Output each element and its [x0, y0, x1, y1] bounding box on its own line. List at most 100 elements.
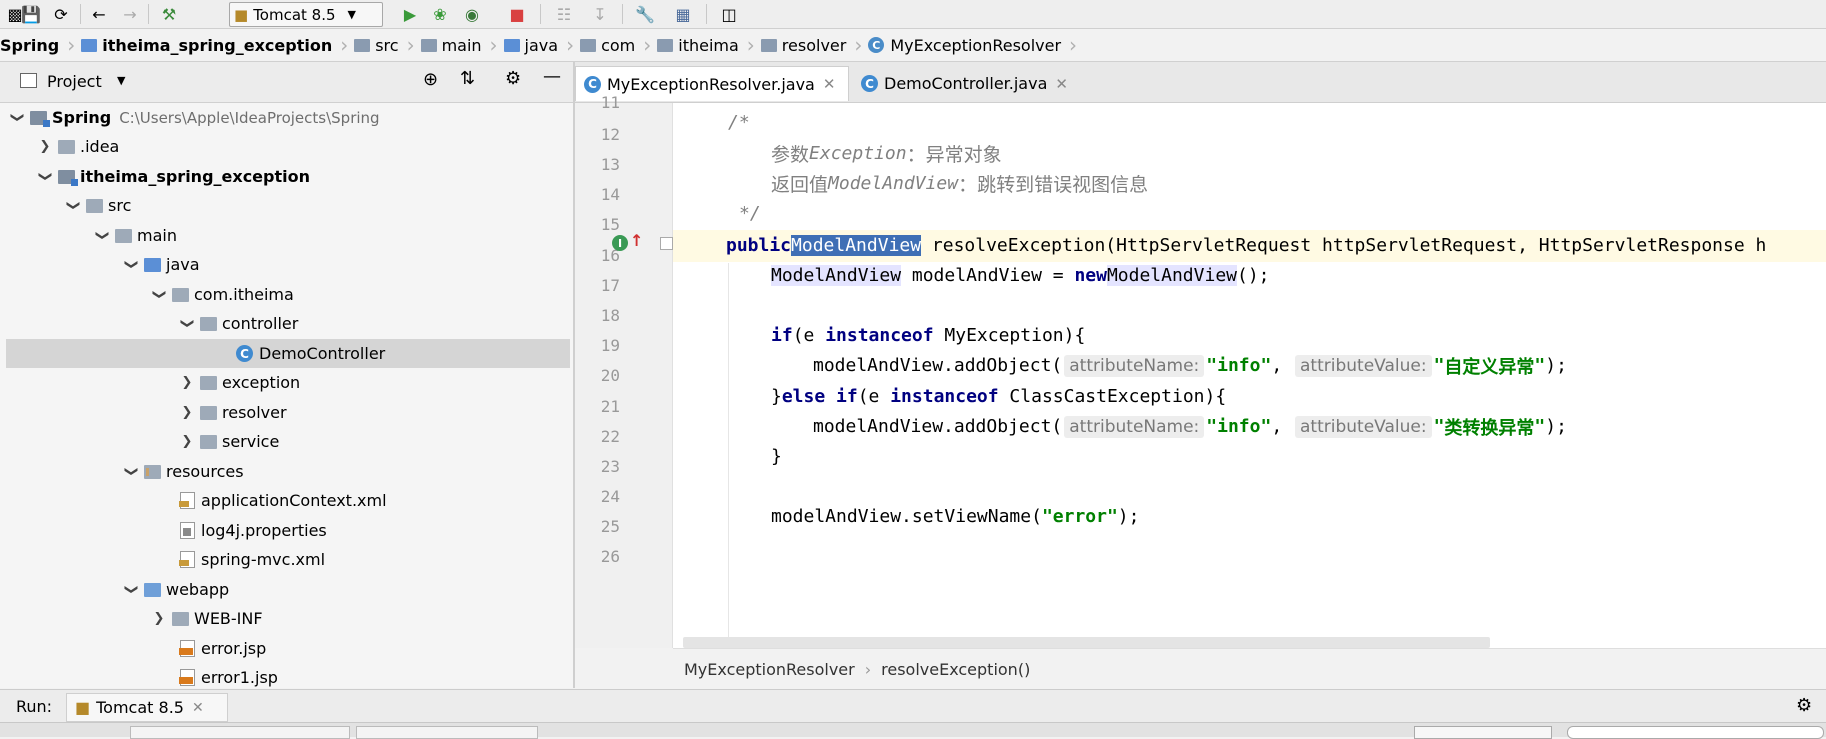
sync-icon[interactable]: ⟳	[50, 3, 72, 25]
package-icon	[200, 434, 217, 449]
crumb-resolver[interactable]: resolver	[759, 29, 855, 61]
crumb-spring[interactable]: Spring	[0, 29, 67, 61]
module-folder-icon	[81, 38, 98, 52]
debug-icon[interactable]: ❀	[429, 3, 451, 25]
chevron-down-icon[interactable]: ▼	[117, 74, 125, 87]
locate-target-icon[interactable]: ⊕	[423, 69, 438, 90]
project-panel-header: Project ▼ ⊕ ⇅ ⚙ —	[0, 62, 573, 103]
crumb-com[interactable]: com	[578, 29, 643, 61]
crumb-class[interactable]: C MyExceptionResolver	[866, 29, 1069, 61]
folder-icon	[420, 38, 437, 52]
crumb-itheima[interactable]: itheima	[655, 29, 747, 61]
tomcat-icon: ■	[234, 5, 249, 24]
crumb-main[interactable]: main	[419, 29, 490, 61]
chevron-right-icon[interactable]: ❯	[180, 405, 194, 420]
chevron-down-icon[interactable]: ❯	[152, 288, 167, 302]
tree-item-webapp[interactable]: ❯ webapp	[124, 575, 230, 604]
tree-item-module[interactable]: ❯ itheima_spring_exception	[38, 162, 311, 191]
tree-item-error1-jsp[interactable]: error1.jsp	[179, 663, 278, 688]
chevron-down-icon[interactable]: ❯	[180, 317, 195, 331]
tree-item-spring[interactable]: ❯ Spring C:\Users\Apple\IdeaProjects\Spr…	[10, 103, 380, 132]
tree-item-resolver[interactable]: ❯ resolver	[180, 398, 287, 427]
tree-item-idea[interactable]: ❯ .idea	[38, 132, 120, 161]
line-number: 24	[600, 487, 620, 506]
run-configuration-select[interactable]: ■ Tomcat 8.5 ▼	[229, 2, 383, 27]
tab-democontroller[interactable]: C DemoController.java ✕	[853, 66, 1098, 101]
filter-button[interactable]	[1414, 726, 1552, 739]
crumb-java[interactable]: java	[502, 29, 567, 61]
code-line-15: */	[739, 203, 761, 224]
crumb-src[interactable]: src	[352, 29, 406, 61]
gear-icon[interactable]: ⚙	[505, 68, 521, 89]
param-hint: attributeName:	[1064, 415, 1205, 438]
tree-item-controller[interactable]: ❯ controller	[180, 309, 299, 338]
tree-item-exception[interactable]: ❯ exception	[180, 368, 301, 397]
close-icon[interactable]: ✕	[192, 700, 204, 716]
param-hint: attributeName:	[1064, 354, 1205, 377]
implements-method-icon[interactable]: I	[612, 235, 628, 251]
tree-item-com-itheima[interactable]: ❯ com.itheima	[152, 280, 294, 309]
back-icon[interactable]: ←	[88, 3, 110, 25]
chevron-down-icon[interactable]: ❯	[95, 229, 110, 243]
tree-item-applicationcontext[interactable]: applicationContext.xml	[179, 486, 387, 515]
chevron-down-icon[interactable]: ❯	[124, 258, 139, 272]
chevron-right-icon[interactable]: ❯	[152, 611, 166, 626]
tree-item-resources[interactable]: ❯ resources	[124, 457, 244, 486]
tree-item-src[interactable]: ❯ src	[66, 191, 132, 220]
gear-icon[interactable]: ⚙	[1796, 695, 1812, 716]
stop-icon[interactable]: ■	[506, 3, 528, 25]
build-hammer-icon[interactable]: ⚒	[158, 3, 180, 25]
properties-file-icon	[180, 522, 195, 539]
chevron-right-icon[interactable]: ❯	[38, 139, 52, 154]
tree-item-main[interactable]: ❯ main	[95, 221, 177, 250]
chevron-down-icon[interactable]: ❯	[10, 111, 25, 125]
sdk-icon[interactable]: ◫	[718, 3, 740, 25]
fold-icon[interactable]	[660, 237, 673, 250]
project-panel-title[interactable]: Project	[47, 72, 102, 91]
code-editor[interactable]: /* 参数 Exception ：异常对象 返回值 ModelAndView ：跳转到错…	[673, 103, 1826, 648]
chevron-down-icon[interactable]: ❯	[124, 583, 139, 597]
main-toolbar: ▩ 💾 ⟳ ← → ⚒ ■ Tomcat 8.5 ▼ ▶ ❀ ◉ ■ ☷ ↧ 🔧…	[0, 0, 1826, 29]
project-structure-icon[interactable]: ▦	[672, 3, 694, 25]
chevron-down-icon[interactable]: ❯	[66, 199, 81, 213]
horizontal-scrollbar[interactable]	[683, 637, 1490, 648]
override-arrow-icon[interactable]: ↑	[630, 231, 643, 250]
line-number: 17	[600, 276, 620, 295]
tree-item-service[interactable]: ❯ service	[180, 427, 280, 456]
crumb-class-name[interactable]: MyExceptionResolver	[684, 660, 855, 679]
server-tab[interactable]	[130, 726, 350, 739]
crumb-method-name[interactable]: resolveException()	[881, 660, 1030, 679]
deploy-icon[interactable]: ☷	[553, 3, 575, 25]
tree-item-spring-mvc[interactable]: spring-mvc.xml	[179, 545, 325, 574]
collapse-all-icon[interactable]: ⇅	[460, 68, 475, 89]
class-icon: C	[868, 37, 885, 53]
coverage-icon[interactable]: ◉	[461, 3, 483, 25]
line-number: 15	[600, 215, 620, 234]
tree-item-java[interactable]: ❯ java	[124, 250, 200, 279]
crumb-module[interactable]: itheima_spring_exception	[79, 29, 340, 61]
close-icon[interactable]: ✕	[1055, 75, 1068, 93]
close-icon[interactable]: ✕	[823, 75, 836, 93]
tree-item-democontroller[interactable]: C DemoController	[6, 339, 570, 368]
run-tab-tomcat[interactable]: ■ Tomcat 8.5 ✕	[66, 693, 228, 722]
run-icon[interactable]: ▶	[399, 3, 421, 25]
resources-folder-icon	[144, 464, 161, 479]
tree-item-error-jsp[interactable]: error.jsp	[179, 634, 266, 663]
code-line-12: /*	[728, 112, 750, 133]
localhost-log-tab[interactable]	[356, 726, 538, 739]
param-hint: attributeValue:	[1295, 415, 1432, 438]
tree-item-web-inf[interactable]: ❯ WEB-INF	[152, 604, 263, 633]
tree-item-log4j[interactable]: log4j.properties	[180, 516, 327, 545]
code-line-23: }	[771, 446, 782, 467]
chevron-down-icon[interactable]: ❯	[38, 170, 53, 184]
chevron-right-icon[interactable]: ❯	[180, 434, 194, 449]
save-icon[interactable]: 💾	[20, 3, 42, 25]
download-icon[interactable]: ↧	[589, 3, 611, 25]
forward-icon[interactable]: →	[119, 3, 141, 25]
chevron-down-icon[interactable]: ❯	[124, 465, 139, 479]
settings-wrench-icon[interactable]: 🔧	[634, 3, 656, 25]
search-input[interactable]	[1567, 726, 1824, 739]
folder-icon	[115, 228, 132, 243]
hide-panel-icon[interactable]: —	[543, 66, 561, 87]
chevron-right-icon[interactable]: ❯	[180, 375, 194, 390]
